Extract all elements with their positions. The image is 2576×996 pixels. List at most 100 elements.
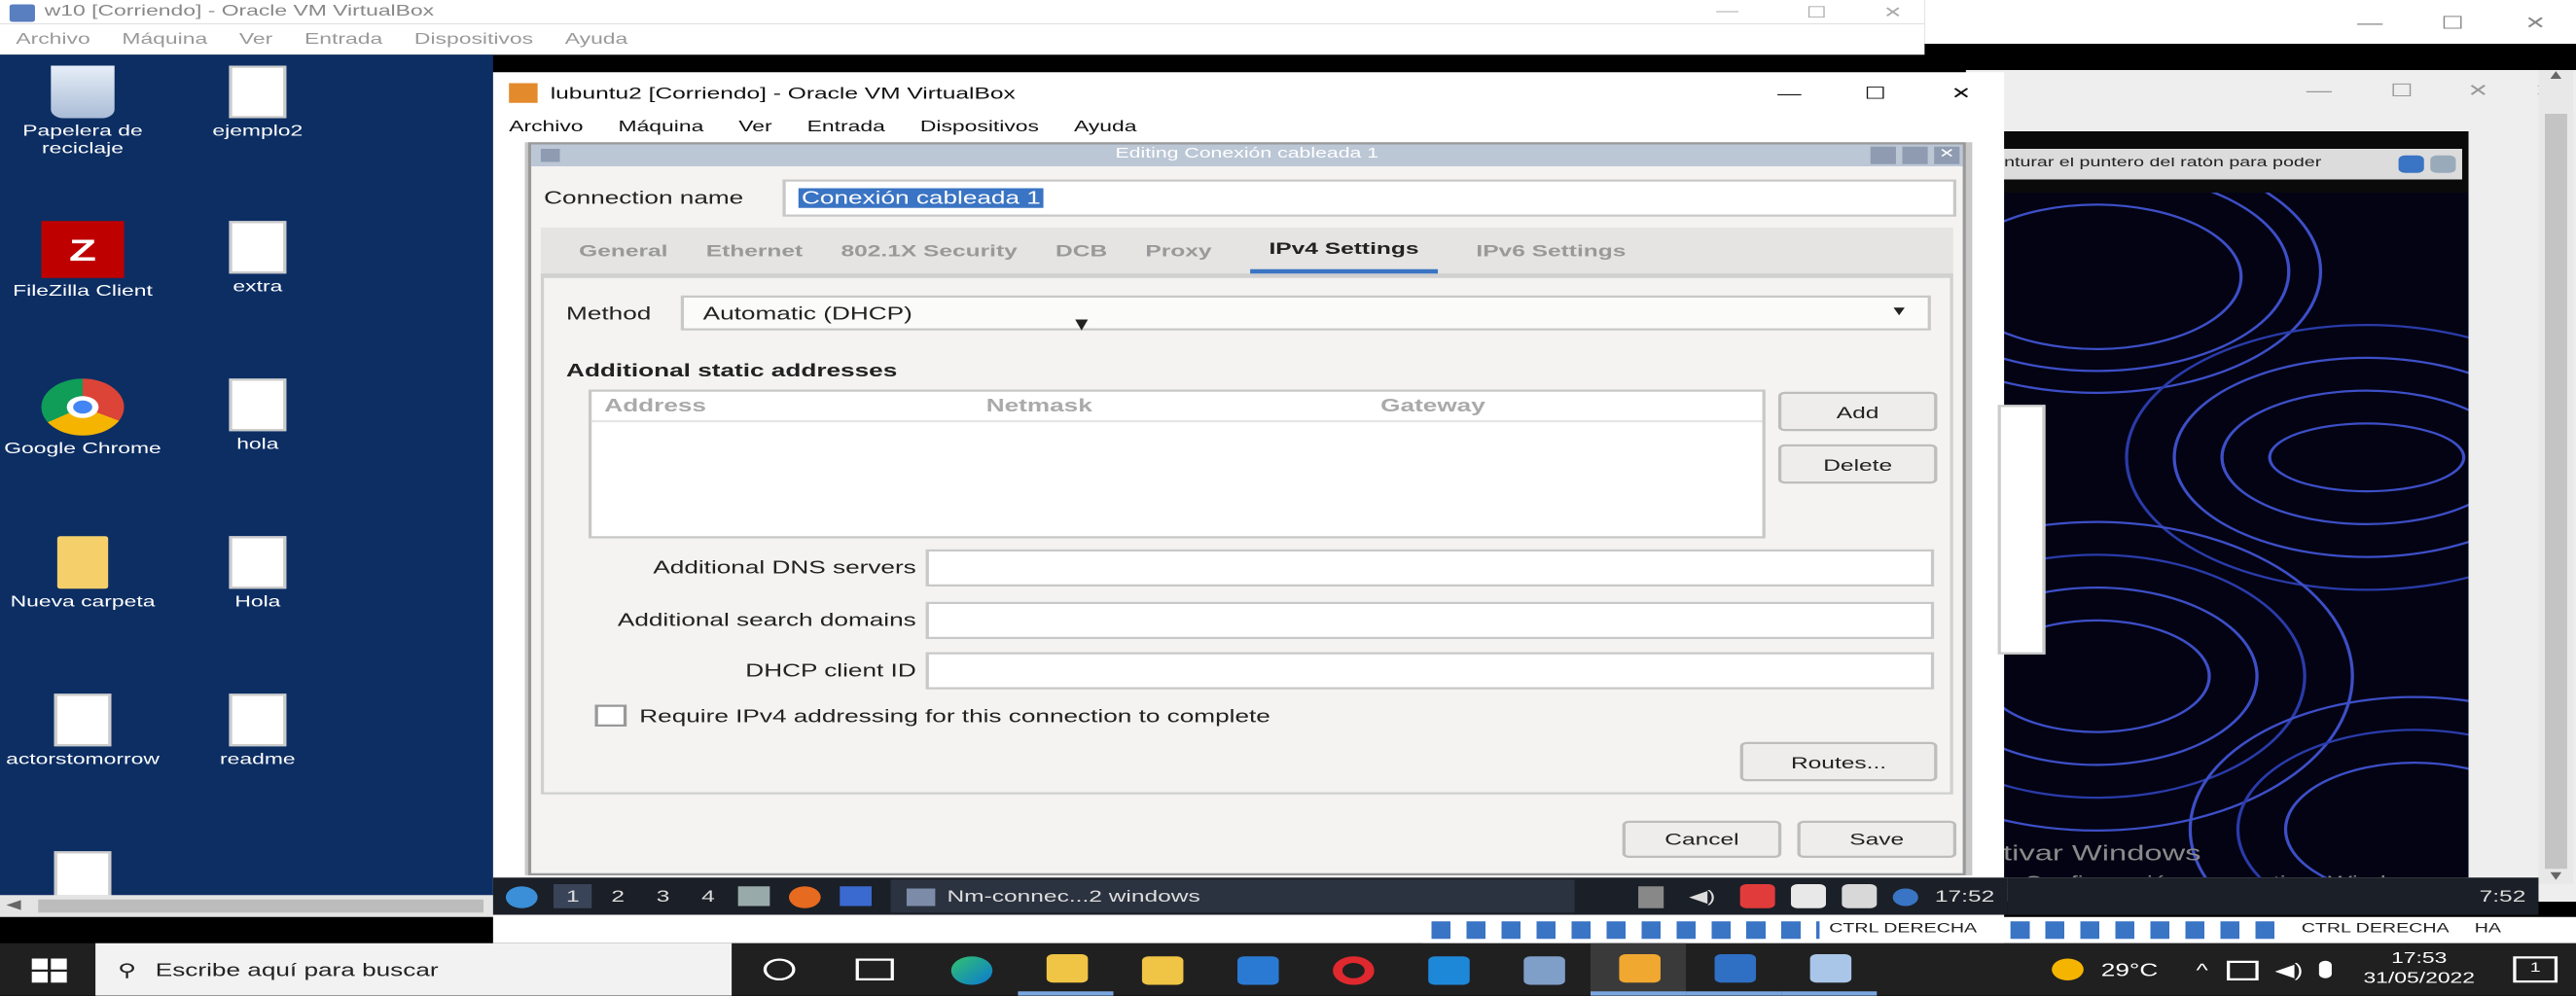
- menu-archivo[interactable]: Archivo: [509, 121, 583, 136]
- add-button[interactable]: Add: [1777, 391, 1938, 432]
- menu-dispositivos[interactable]: Dispositivos: [920, 121, 1039, 136]
- taskbar-task[interactable]: Nm-connec...2 windows: [889, 879, 1574, 913]
- desktop-icon[interactable]: [839, 886, 871, 907]
- column-address[interactable]: Address: [604, 396, 985, 415]
- connection-name-input[interactable]: Conexión cableada 1: [782, 179, 1957, 217]
- desktop-icon[interactable]: Hola: [168, 536, 346, 613]
- weather-icon[interactable]: [2053, 958, 2086, 980]
- tab-ethernet[interactable]: Ethernet: [706, 230, 803, 271]
- require-ipv4-row[interactable]: Require IPv4 addressing for this connect…: [594, 702, 1270, 729]
- edge-icon[interactable]: [922, 943, 1018, 996]
- start-button[interactable]: [0, 943, 95, 996]
- minimize-icon[interactable]: —: [1746, 84, 1832, 103]
- delete-button[interactable]: Delete: [1777, 444, 1938, 484]
- tab-ipv6-settings[interactable]: IPv6 Settings: [1476, 230, 1626, 271]
- close-icon[interactable]: ✕: [1934, 146, 1960, 164]
- desktop-icon[interactable]: actorstomorrow: [0, 694, 172, 770]
- menu-ayuda[interactable]: Ayuda: [565, 32, 628, 48]
- search-domains-input[interactable]: [925, 601, 1935, 639]
- task-view-icon[interactable]: [827, 943, 922, 996]
- desktop-icon[interactable]: Google Chrome: [0, 378, 172, 459]
- update-icon[interactable]: [1740, 884, 1776, 908]
- method-select[interactable]: Automatic (DHCP) ▼: [680, 295, 1931, 331]
- system-clock[interactable]: 17:53 31/05/2022: [2363, 950, 2475, 990]
- mail-icon[interactable]: [1209, 943, 1305, 996]
- tab-proxy[interactable]: Proxy: [1145, 230, 1211, 271]
- require-ipv4-checkbox[interactable]: [594, 704, 627, 727]
- file-explorer-icon[interactable]: [1018, 943, 1114, 996]
- microphone-icon[interactable]: [2318, 960, 2332, 978]
- app-icon[interactable]: [1781, 943, 1878, 996]
- minimize-icon[interactable]: [1870, 146, 1896, 164]
- menu-dispositivos[interactable]: Dispositivos: [414, 32, 533, 48]
- tab-8021x-security[interactable]: 802.1X Security: [841, 230, 1017, 271]
- close-icon[interactable]: ✕: [1918, 84, 2004, 103]
- window-menu-icon[interactable]: [540, 149, 560, 162]
- notifications-icon[interactable]: 1: [2513, 956, 2558, 983]
- file-manager-icon[interactable]: [736, 886, 769, 907]
- tab-ipv4-settings[interactable]: IPv4 Settings: [1249, 228, 1439, 274]
- routes-button[interactable]: Routes...: [1739, 741, 1938, 782]
- workspace-3[interactable]: 3: [644, 884, 683, 908]
- lubuntu-clock[interactable]: 17:52: [1935, 886, 1994, 906]
- clipboard-icon[interactable]: [1637, 885, 1664, 907]
- desktop-icon[interactable]: extra: [168, 221, 346, 298]
- store-icon[interactable]: [1114, 943, 1209, 996]
- dismiss-icon[interactable]: [2430, 155, 2456, 173]
- dhcp-client-input[interactable]: [925, 652, 1935, 690]
- menu-ver[interactable]: Ver: [239, 32, 272, 48]
- firefox-icon[interactable]: [787, 885, 820, 907]
- menu-ayuda[interactable]: Ayuda: [1074, 121, 1137, 136]
- volume-icon[interactable]: ◀): [1689, 886, 1715, 906]
- virtualbox-icon[interactable]: [1495, 943, 1591, 996]
- volume-icon[interactable]: ◀): [2274, 960, 2303, 979]
- menu-maquina[interactable]: Máquina: [122, 32, 207, 48]
- close-icon[interactable]: ✕: [2443, 80, 2513, 99]
- close-icon[interactable]: ✕: [2494, 12, 2576, 31]
- dns-input[interactable]: [925, 549, 1935, 587]
- minimize-icon[interactable]: —: [1683, 5, 1772, 20]
- tab-general[interactable]: General: [579, 230, 667, 271]
- menu-archivo[interactable]: Archivo: [16, 32, 89, 48]
- right-vm-clock[interactable]: 7:52: [2480, 886, 2526, 906]
- maximize-icon[interactable]: ☐: [1771, 3, 1861, 21]
- network-icon[interactable]: [1843, 884, 1878, 908]
- maximize-icon[interactable]: ☐: [2360, 80, 2443, 99]
- minimize-icon[interactable]: —: [2329, 12, 2412, 31]
- desktop-icon[interactable]: hola: [168, 378, 346, 455]
- tab-dcb[interactable]: DCB: [1055, 230, 1107, 271]
- column-gateway[interactable]: Gateway: [1380, 396, 1485, 415]
- vertical-scrollbar[interactable]: ▲ ▼: [2538, 70, 2574, 884]
- save-button[interactable]: Save: [1797, 820, 1957, 858]
- minimize-icon[interactable]: —: [2277, 80, 2360, 99]
- desktop-icon[interactable]: Papelera de reciclaje: [0, 65, 172, 160]
- filezilla-taskbar-icon[interactable]: [1591, 943, 1687, 996]
- workspace-1[interactable]: 1: [553, 884, 592, 908]
- search-box[interactable]: ⚲ Escribe aquí para buscar: [95, 943, 733, 996]
- desktop-icon[interactable]: Nueva carpeta: [0, 536, 172, 613]
- menu-maquina[interactable]: Máquina: [619, 121, 704, 136]
- info-icon[interactable]: [2398, 155, 2424, 173]
- workspace-4[interactable]: 4: [689, 884, 728, 908]
- weather-temp[interactable]: 29°C: [2101, 960, 2158, 979]
- maximize-icon[interactable]: ☐: [2412, 12, 2494, 31]
- close-icon[interactable]: ✕: [1861, 3, 1924, 21]
- remote-desktop-icon[interactable]: [1686, 943, 1782, 996]
- maximize-icon[interactable]: ☐: [1833, 84, 1918, 103]
- lubuntu-menu-icon[interactable]: [505, 885, 538, 907]
- bluetooth-icon[interactable]: [1893, 887, 1919, 906]
- document-icon[interactable]: [54, 851, 112, 898]
- vscode-icon[interactable]: [1400, 943, 1495, 996]
- cortana-icon[interactable]: [732, 943, 827, 996]
- network-icon[interactable]: [2227, 959, 2260, 979]
- static-addresses-table[interactable]: Address Netmask Gateway: [588, 389, 1766, 539]
- cancel-button[interactable]: Cancel: [1622, 820, 1782, 858]
- desktop-icon[interactable]: ejemplo2: [168, 65, 346, 143]
- column-netmask[interactable]: Netmask: [986, 396, 1380, 415]
- menu-entrada[interactable]: Entrada: [304, 32, 382, 48]
- display-icon[interactable]: [1791, 884, 1827, 908]
- opera-icon[interactable]: [1305, 943, 1400, 996]
- desktop-icon[interactable]: Z FileZilla Client: [0, 221, 172, 302]
- desktop-icon[interactable]: readme: [168, 694, 346, 770]
- chevron-up-icon[interactable]: ^: [2196, 960, 2207, 979]
